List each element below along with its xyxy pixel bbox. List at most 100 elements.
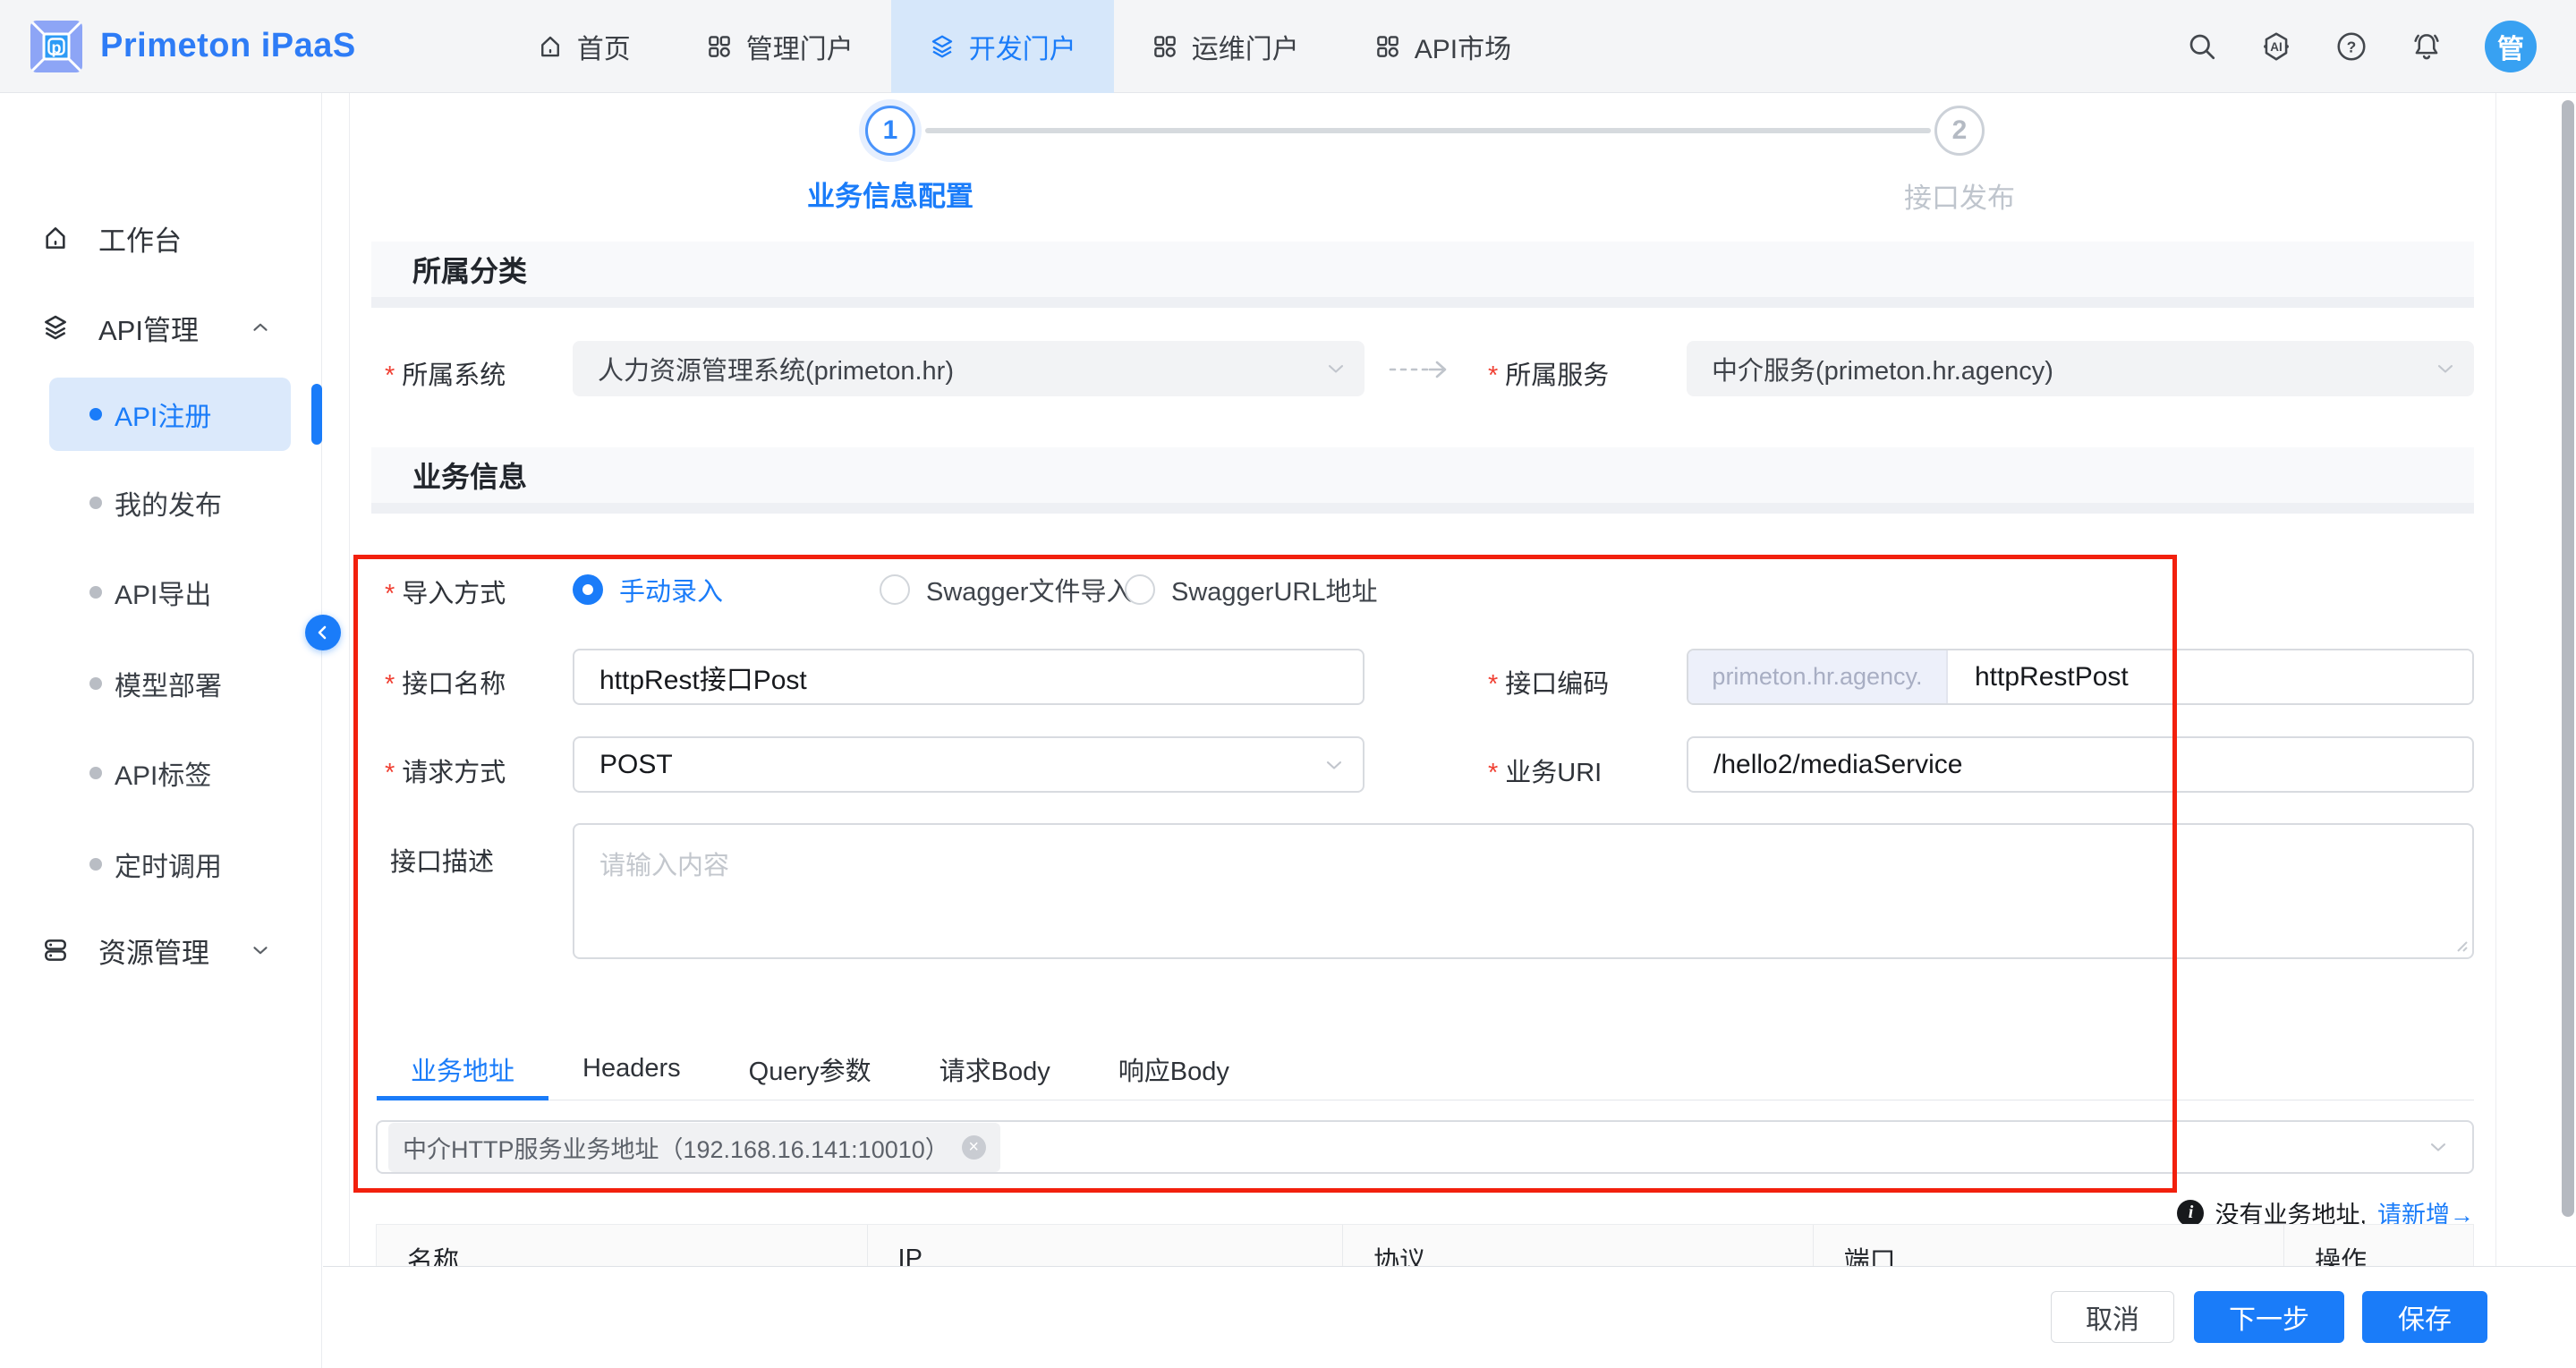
business-address-select[interactable]: 中介HTTP服务业务地址（192.168.16.141:10010） × (376, 1120, 2474, 1174)
required-marker: * (385, 580, 395, 608)
api-code-label: *接口编码 (1488, 663, 1609, 701)
next-step-button[interactable]: 下一步 (2194, 1291, 2344, 1343)
radio-label: Swagger文件导入 (926, 571, 1132, 608)
layers-icon (929, 33, 956, 60)
nav-item-label: 运维门户 (1192, 27, 1299, 66)
nav-item-label: API市场 (1415, 27, 1511, 66)
system-select[interactable]: 人力资源管理系统(primeton.hr) (573, 341, 1365, 396)
tab-headers[interactable]: Headers (548, 1038, 715, 1100)
svg-text:p: p (52, 38, 62, 56)
sidebar-item-label: 定时调用 (115, 845, 222, 884)
step-2-circle: 2 (1934, 106, 1985, 156)
radio-swagger-url[interactable]: SwaggerURL地址 (1125, 571, 1377, 608)
sidebar-collapse-button[interactable] (305, 615, 341, 650)
vertical-scrollbar-thumb[interactable] (2562, 100, 2574, 1217)
bullet-dot-icon (89, 858, 102, 871)
sidebar-item-api-tags[interactable]: API标签 (0, 744, 322, 802)
required-marker: * (1488, 670, 1498, 699)
bullet-dot-icon (89, 767, 102, 779)
sidebar-item-label: 模型部署 (115, 664, 222, 703)
nav-item-ops-portal[interactable]: 运维门户 (1114, 0, 1337, 93)
radio-label: 手动录入 (619, 571, 723, 608)
save-button[interactable]: 保存 (2362, 1291, 2487, 1343)
svg-text:AI: AI (2270, 40, 2282, 54)
nav-item-label: 开发门户 (969, 27, 1076, 66)
request-method-select[interactable]: POST (573, 736, 1365, 793)
sidebar-item-label: API标签 (115, 753, 211, 793)
sidebar-item-scheduled-call[interactable]: 定时调用 (0, 836, 322, 893)
request-method-value: POST (599, 750, 673, 780)
search-icon[interactable] (2186, 30, 2218, 63)
nav-item-admin-portal[interactable]: 管理门户 (668, 0, 891, 93)
svg-text:?: ? (2347, 38, 2357, 55)
nav-item-home[interactable]: 首页 (499, 0, 668, 93)
sidebar-item-api-export[interactable]: API导出 (0, 564, 322, 621)
brand-logo-icon: p (30, 21, 82, 72)
business-uri-input[interactable] (1687, 736, 2474, 793)
tab-request-body[interactable]: 请求Body (905, 1038, 1084, 1100)
sidebar-item-my-publish[interactable]: 我的发布 (0, 474, 322, 531)
radio-swagger-file[interactable]: Swagger文件导入 (880, 571, 1132, 608)
section-divider (371, 297, 2474, 308)
top-navbar: p Primeton iPaaS 首页 管理门户 (0, 0, 2576, 93)
business-uri-label: *业务URI (1488, 752, 1602, 789)
nav-item-dev-portal[interactable]: 开发门户 (891, 0, 1114, 93)
step-1-circle: 1 (865, 106, 915, 156)
tab-query-params[interactable]: Query参数 (715, 1038, 905, 1100)
business-section-header: 业务信息 (371, 447, 2474, 503)
nav-item-label: 首页 (577, 27, 631, 66)
bullet-dot-icon (89, 677, 102, 690)
api-code-prefix: primeton.hr.agency. (1688, 650, 1948, 703)
navbar-tools: AI ? 管 (2186, 21, 2537, 72)
required-marker: * (385, 759, 395, 787)
brand[interactable]: p Primeton iPaaS (30, 21, 356, 72)
api-name-label: *接口名称 (385, 663, 506, 701)
sidebar-item-resource-management[interactable]: 资源管理 (0, 922, 322, 979)
sidebar-item-label: 资源管理 (98, 930, 209, 971)
sidebar: 工作台 API管理 API注册 我的发布 API导出 模型部署 (0, 93, 322, 1368)
chevron-down-icon (1323, 356, 1348, 381)
resize-handle-icon[interactable] (2450, 934, 2470, 958)
category-section-header: 所属分类 (371, 242, 2474, 297)
section-title: 所属分类 (412, 249, 527, 290)
step-connector-line (925, 128, 1931, 133)
active-indicator-bar (311, 384, 322, 445)
tab-response-body[interactable]: 响应Body (1084, 1038, 1263, 1100)
sidebar-item-label: API管理 (98, 308, 199, 348)
nav-item-api-market[interactable]: API市场 (1337, 0, 1549, 93)
api-name-input[interactable] (573, 649, 1365, 705)
sidebar-item-api-register[interactable]: API注册 (49, 378, 291, 451)
api-code-input[interactable] (1948, 650, 2472, 703)
cancel-button[interactable]: 取消 (2051, 1291, 2174, 1343)
service-select[interactable]: 中介服务(primeton.hr.agency) (1687, 341, 2474, 396)
system-field-label: *所属系统 (385, 354, 506, 392)
ai-assistant-icon[interactable]: AI (2259, 30, 2293, 64)
api-description-label: 接口描述 (390, 841, 494, 879)
radio-icon (880, 574, 910, 605)
tag-close-icon[interactable]: × (962, 1135, 986, 1160)
sidebar-item-api-management[interactable]: API管理 (0, 299, 322, 356)
bullet-dot-icon (89, 497, 102, 509)
brand-name: Primeton iPaaS (100, 27, 356, 65)
user-avatar[interactable]: 管 (2485, 21, 2537, 72)
sidebar-item-label: 我的发布 (115, 483, 222, 523)
chevron-down-icon (2433, 356, 2458, 381)
bullet-dot-icon (89, 408, 102, 421)
api-description-textarea[interactable] (573, 823, 2474, 959)
radio-manual-entry[interactable]: 手动录入 (573, 571, 723, 608)
sidebar-item-label: API注册 (115, 395, 211, 434)
layers-icon (41, 313, 70, 342)
notification-bell-icon[interactable] (2410, 30, 2444, 64)
detail-tabs: 业务地址 Headers Query参数 请求Body 响应Body (377, 1038, 2474, 1100)
step-2-label: 接口发布 (1816, 175, 2103, 216)
radio-icon (1125, 574, 1155, 605)
required-marker: * (1488, 361, 1498, 390)
sidebar-item-model-deploy[interactable]: 模型部署 (0, 655, 322, 712)
bullet-dot-icon (89, 586, 102, 599)
tab-business-address[interactable]: 业务地址 (377, 1038, 548, 1100)
help-icon[interactable]: ? (2334, 30, 2368, 64)
apps-grid-icon (1152, 33, 1178, 60)
section-divider (371, 503, 2474, 514)
required-marker: * (385, 361, 395, 390)
sidebar-item-workbench[interactable]: 工作台 (0, 209, 322, 267)
